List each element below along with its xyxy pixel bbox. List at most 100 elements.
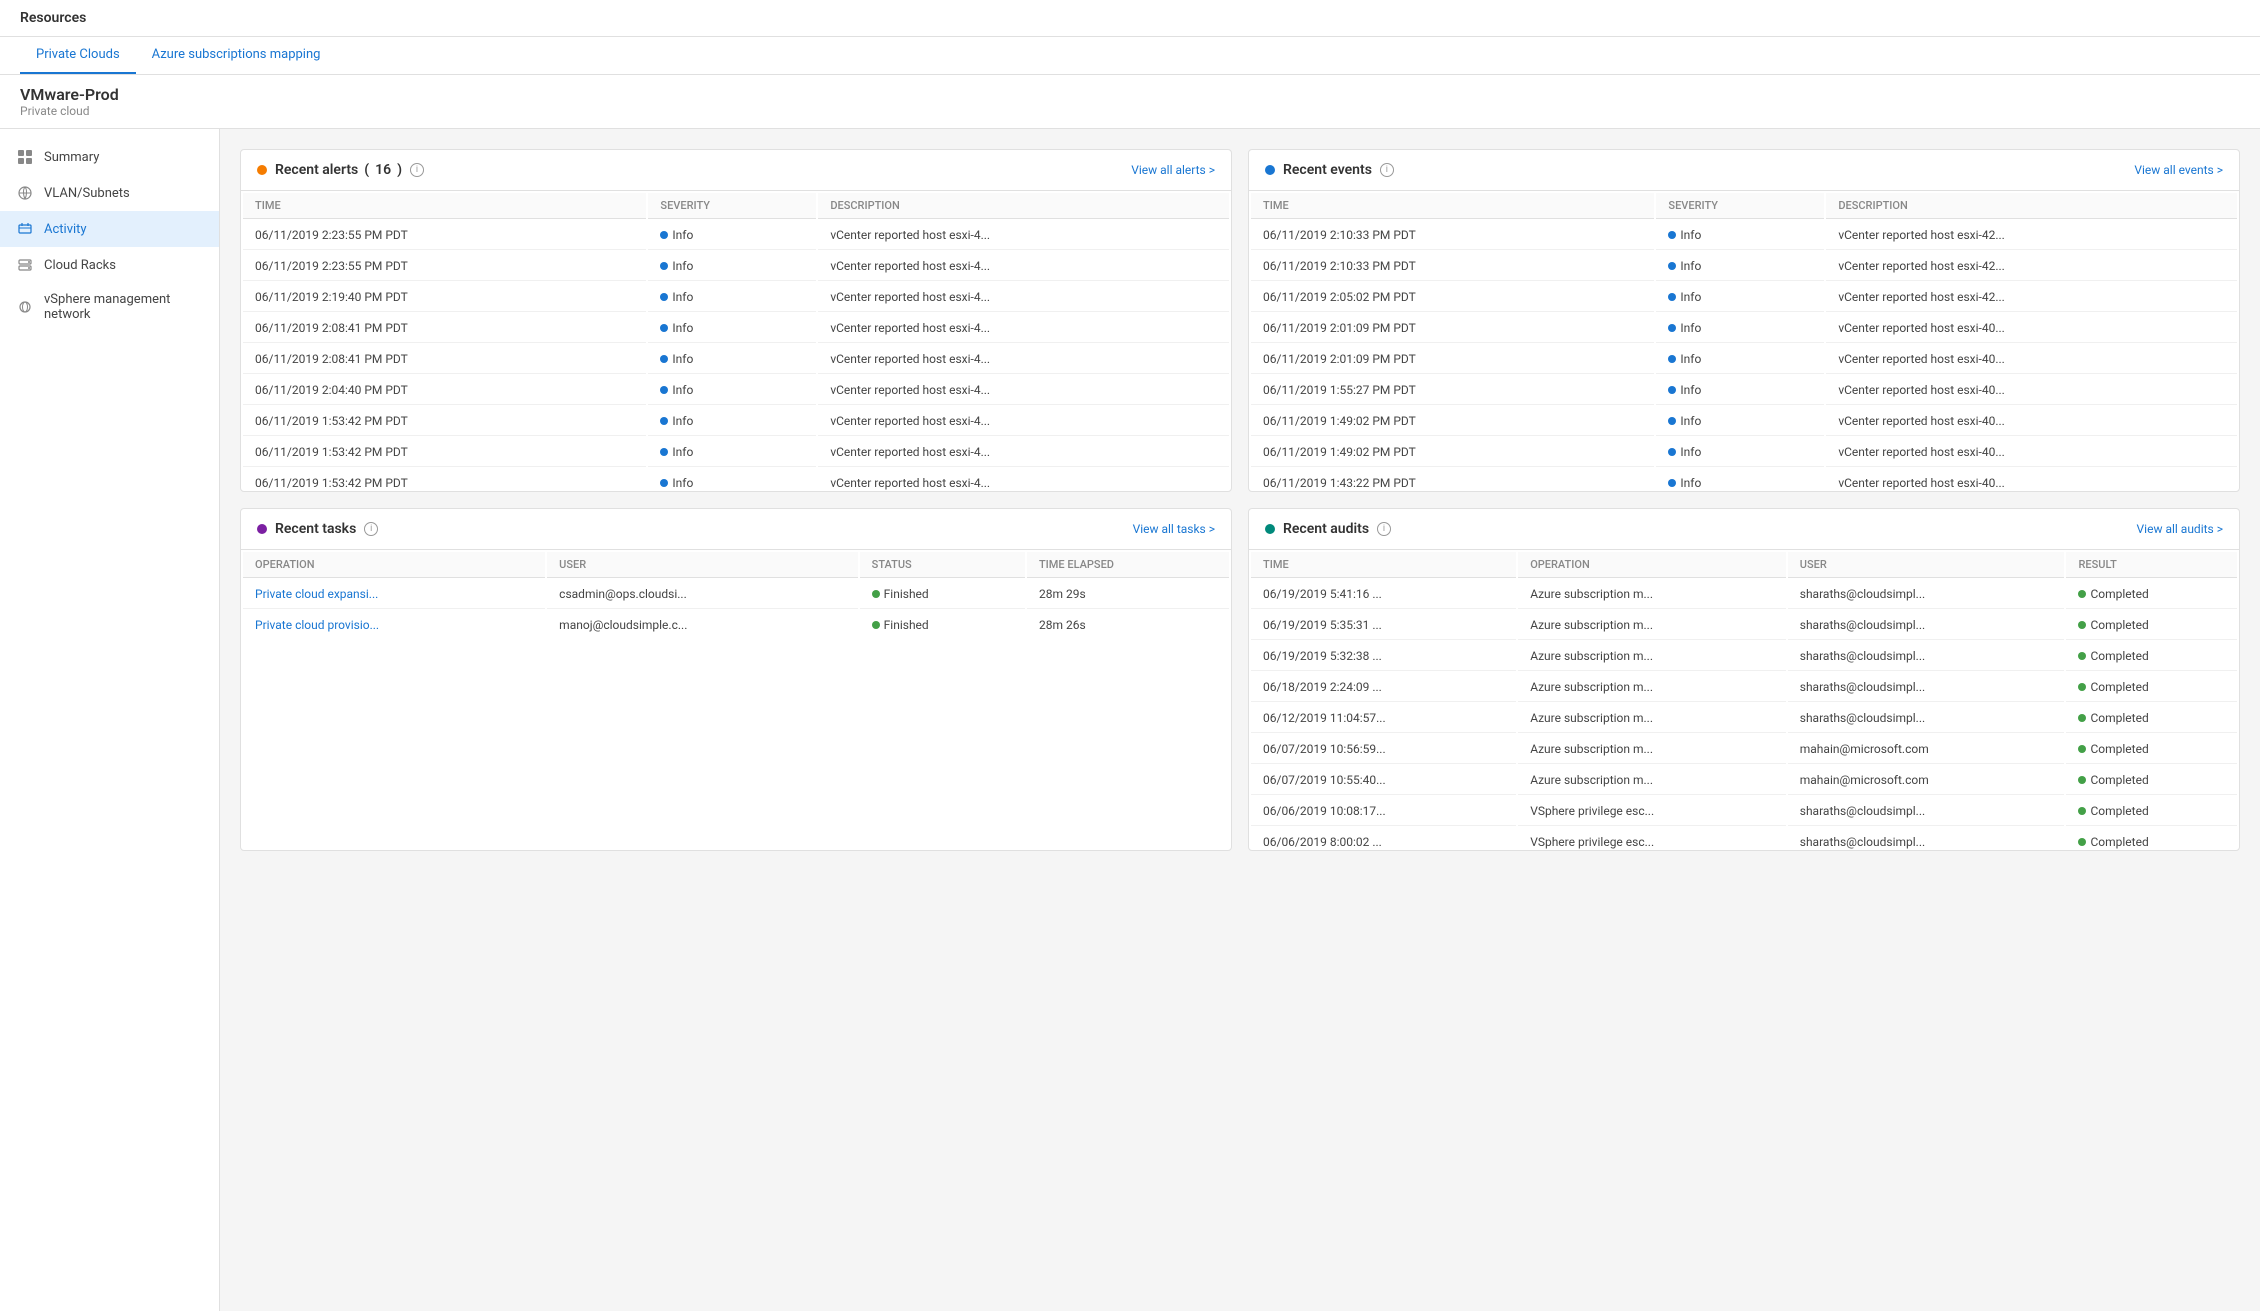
table-row[interactable]: 06/11/2019 2:04:40 PM PDT Info vCenter r… — [243, 376, 1229, 405]
task-elapsed: 28m 29s — [1027, 580, 1229, 609]
tasks-info-icon[interactable]: i — [364, 522, 378, 536]
alert-severity: Info — [648, 345, 816, 374]
table-row[interactable]: 06/11/2019 1:53:42 PM PDT Info vCenter r… — [243, 469, 1229, 491]
table-row[interactable]: 06/11/2019 2:05:02 PM PDT Info vCenter r… — [1251, 283, 2237, 312]
table-row[interactable]: 06/11/2019 2:01:09 PM PDT Info vCenter r… — [1251, 345, 2237, 374]
tab-azure-subscriptions[interactable]: Azure subscriptions mapping — [136, 37, 337, 74]
event-description: vCenter reported host esxi-40... — [1826, 314, 2237, 343]
table-row[interactable]: Private cloud provisio... manoj@cloudsim… — [243, 611, 1229, 639]
event-severity: Info — [1656, 283, 1824, 312]
event-time: 06/11/2019 1:43:22 PM PDT — [1251, 469, 1654, 491]
table-row[interactable]: 06/11/2019 1:49:02 PM PDT Info vCenter r… — [1251, 438, 2237, 467]
audits-info-icon[interactable]: i — [1377, 522, 1391, 536]
tasks-col-elapsed: TIME ELAPSED — [1027, 552, 1229, 578]
alerts-info-icon[interactable]: i — [410, 163, 424, 177]
table-row[interactable]: 06/11/2019 1:43:22 PM PDT Info vCenter r… — [1251, 469, 2237, 491]
sidebar-item-vlan[interactable]: VLAN/Subnets — [0, 175, 219, 211]
sidebar-item-activity[interactable]: Activity — [0, 211, 219, 247]
alert-description: vCenter reported host esxi-4... — [818, 345, 1229, 374]
audits-panel: Recent audits i View all audits > TIME O… — [1248, 508, 2240, 851]
alert-description: vCenter reported host esxi-4... — [818, 314, 1229, 343]
table-row[interactable]: 06/11/2019 2:23:55 PM PDT Info vCenter r… — [243, 252, 1229, 281]
events-col-severity: SEVERITY — [1656, 193, 1824, 219]
audit-time: 06/12/2019 11:04:57... — [1251, 704, 1516, 733]
task-user: manoj@cloudsimple.c... — [547, 611, 857, 639]
event-description: vCenter reported host esxi-40... — [1826, 438, 2237, 467]
event-description: vCenter reported host esxi-42... — [1826, 283, 2237, 312]
audit-result: Completed — [2066, 735, 2237, 764]
table-row[interactable]: 06/11/2019 2:01:09 PM PDT Info vCenter r… — [1251, 314, 2237, 343]
table-row[interactable]: 06/11/2019 1:53:42 PM PDT Info vCenter r… — [243, 407, 1229, 436]
alert-severity: Info — [648, 376, 816, 405]
alert-description: vCenter reported host esxi-4... — [818, 407, 1229, 436]
table-row[interactable]: 06/07/2019 10:55:40... Azure subscriptio… — [1251, 766, 2237, 795]
alert-severity: Info — [648, 407, 816, 436]
event-severity: Info — [1656, 314, 1824, 343]
audit-user: sharaths@cloudsimpl... — [1788, 611, 2065, 640]
alert-description: vCenter reported host esxi-4... — [818, 376, 1229, 405]
table-row[interactable]: 06/06/2019 8:00:02 ... VSphere privilege… — [1251, 828, 2237, 850]
audit-result: Completed — [2066, 642, 2237, 671]
task-user: csadmin@ops.cloudsi... — [547, 580, 857, 609]
alert-severity: Info — [648, 283, 816, 312]
table-row[interactable]: Private cloud expansi... csadmin@ops.clo… — [243, 580, 1229, 609]
table-row[interactable]: 06/11/2019 1:55:27 PM PDT Info vCenter r… — [1251, 376, 2237, 405]
top-bar: Resources — [0, 0, 2260, 37]
tasks-col-operation: OPERATION — [243, 552, 545, 578]
events-info-icon[interactable]: i — [1380, 163, 1394, 177]
audit-result: Completed — [2066, 797, 2237, 826]
table-row[interactable]: 06/11/2019 2:10:33 PM PDT Info vCenter r… — [1251, 221, 2237, 250]
audit-time: 06/07/2019 10:56:59... — [1251, 735, 1516, 764]
table-row[interactable]: 06/19/2019 5:35:31 ... Azure subscriptio… — [1251, 611, 2237, 640]
table-row[interactable]: 06/18/2019 2:24:09 ... Azure subscriptio… — [1251, 673, 2237, 702]
alert-time: 06/11/2019 2:23:55 PM PDT — [243, 252, 646, 281]
audit-time: 06/06/2019 8:00:02 ... — [1251, 828, 1516, 850]
table-row[interactable]: 06/11/2019 2:08:41 PM PDT Info vCenter r… — [243, 345, 1229, 374]
task-status: Finished — [860, 580, 1025, 609]
audit-result: Completed — [2066, 828, 2237, 850]
audit-result: Completed — [2066, 673, 2237, 702]
sidebar-item-summary[interactable]: Summary — [0, 139, 219, 175]
view-all-alerts[interactable]: View all alerts > — [1131, 163, 1215, 177]
sidebar: Summary VLAN/Subnets Activity Cloud Rack… — [0, 129, 220, 1311]
audit-result: Completed — [2066, 580, 2237, 609]
alerts-col-description: DESCRIPTION — [818, 193, 1229, 219]
view-all-audits[interactable]: View all audits > — [2137, 522, 2223, 536]
events-title: Recent events — [1283, 162, 1372, 178]
table-row[interactable]: 06/19/2019 5:41:16 ... Azure subscriptio… — [1251, 580, 2237, 609]
sidebar-item-label: Cloud Racks — [44, 258, 116, 273]
table-row[interactable]: 06/19/2019 5:32:38 ... Azure subscriptio… — [1251, 642, 2237, 671]
alert-description: vCenter reported host esxi-4... — [818, 252, 1229, 281]
table-row[interactable]: 06/11/2019 1:53:42 PM PDT Info vCenter r… — [243, 438, 1229, 467]
view-all-tasks[interactable]: View all tasks > — [1133, 522, 1215, 536]
server-icon — [16, 256, 34, 274]
main-content: Recent alerts (16) i View all alerts > T… — [220, 129, 2260, 1311]
alert-time: 06/11/2019 2:23:55 PM PDT — [243, 221, 646, 250]
table-row[interactable]: 06/11/2019 1:49:02 PM PDT Info vCenter r… — [1251, 407, 2237, 436]
table-row[interactable]: 06/07/2019 10:56:59... Azure subscriptio… — [1251, 735, 2237, 764]
audit-operation: Azure subscription m... — [1518, 642, 1786, 671]
page-title: Resources — [20, 10, 2240, 26]
audit-user: sharaths@cloudsimpl... — [1788, 797, 2065, 826]
alert-severity: Info — [648, 469, 816, 491]
table-row[interactable]: 06/11/2019 2:10:33 PM PDT Info vCenter r… — [1251, 252, 2237, 281]
table-row[interactable]: 06/11/2019 2:08:41 PM PDT Info vCenter r… — [243, 314, 1229, 343]
sidebar-item-vsphere[interactable]: vSphere management network — [0, 283, 219, 331]
table-row[interactable]: 06/12/2019 11:04:57... Azure subscriptio… — [1251, 704, 2237, 733]
alert-description: vCenter reported host esxi-4... — [818, 469, 1229, 491]
audit-operation: Azure subscription m... — [1518, 704, 1786, 733]
alert-dot — [257, 165, 267, 175]
table-row[interactable]: 06/11/2019 2:19:40 PM PDT Info vCenter r… — [243, 283, 1229, 312]
table-row[interactable]: 06/06/2019 10:08:17... VSphere privilege… — [1251, 797, 2237, 826]
tasks-title: Recent tasks — [275, 521, 356, 537]
sidebar-item-cloud-racks[interactable]: Cloud Racks — [0, 247, 219, 283]
event-time: 06/11/2019 2:10:33 PM PDT — [1251, 221, 1654, 250]
alert-time: 06/11/2019 1:53:42 PM PDT — [243, 407, 646, 436]
audit-time: 06/19/2019 5:32:38 ... — [1251, 642, 1516, 671]
event-time: 06/11/2019 1:49:02 PM PDT — [1251, 438, 1654, 467]
audit-user: sharaths@cloudsimpl... — [1788, 580, 2065, 609]
view-all-events[interactable]: View all events > — [2134, 163, 2223, 177]
table-row[interactable]: 06/11/2019 2:23:55 PM PDT Info vCenter r… — [243, 221, 1229, 250]
audit-operation: VSphere privilege esc... — [1518, 828, 1786, 850]
tab-private-clouds[interactable]: Private Clouds — [20, 37, 136, 74]
